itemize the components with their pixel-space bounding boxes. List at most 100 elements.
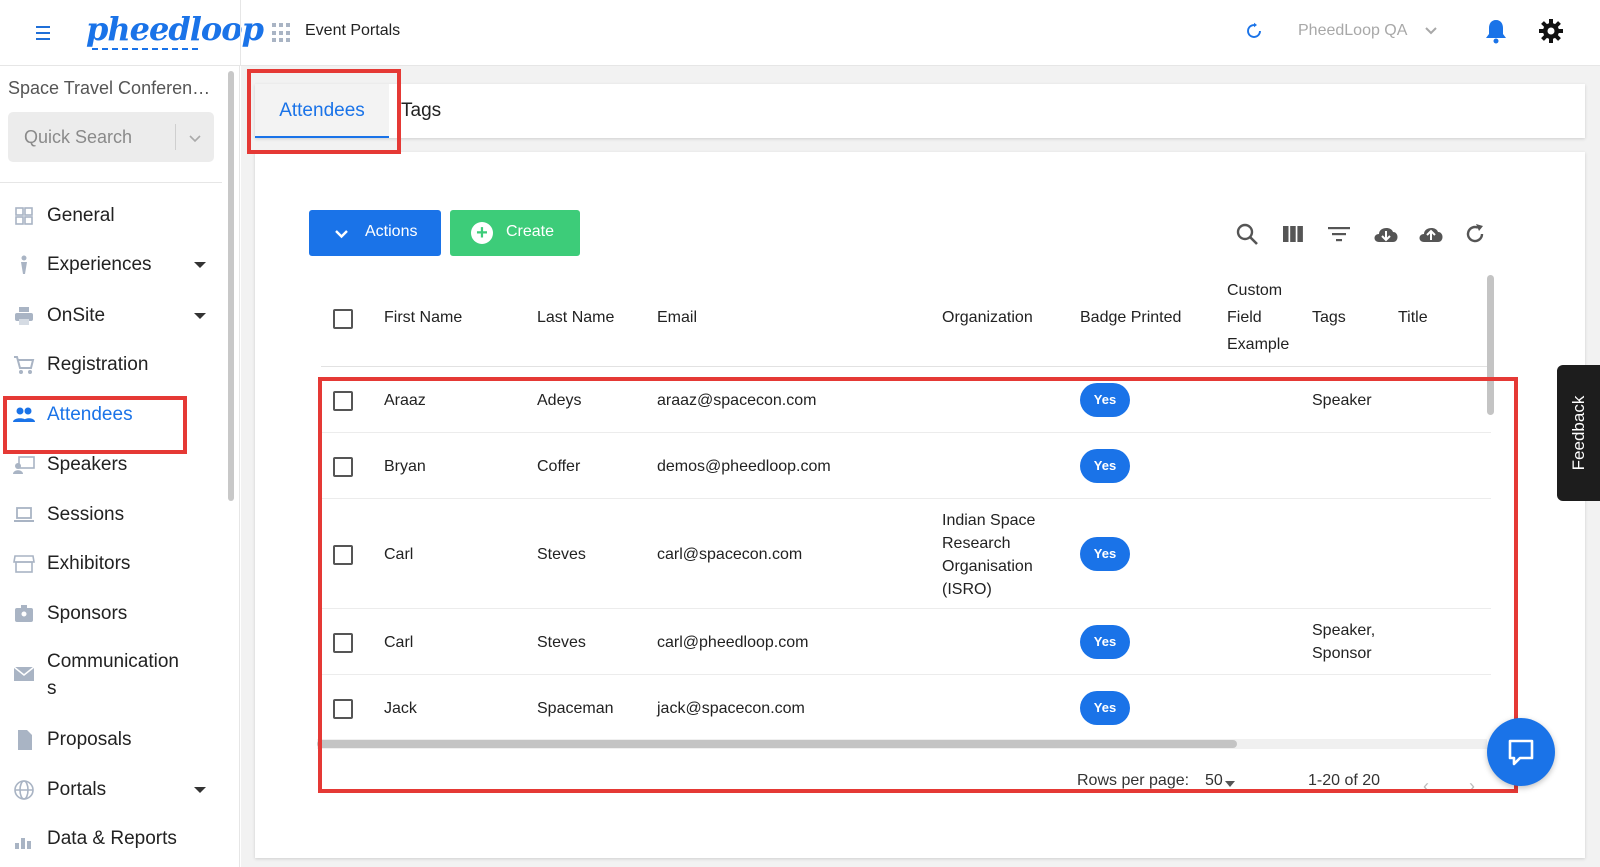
row-checkbox[interactable] — [333, 699, 353, 719]
quick-search[interactable] — [8, 112, 214, 162]
select-all-checkbox[interactable] — [333, 309, 353, 329]
sidebar-item-exhibitors[interactable]: Exhibitors — [0, 542, 222, 586]
sidebar-item-label: OnSite — [47, 305, 106, 326]
sidebar-item-label: Communication s — [47, 651, 179, 699]
prev-page-icon[interactable]: ‹ — [1423, 776, 1429, 797]
menu-icon[interactable] — [32, 22, 54, 44]
sidebar-item-data-reports[interactable]: Data & Reports — [0, 817, 222, 861]
globe-icon — [14, 780, 34, 800]
create-button[interactable]: + Create — [450, 210, 580, 256]
sidebar-item-onsite[interactable]: OnSite — [0, 294, 222, 338]
actions-label: Actions — [365, 223, 418, 240]
feedback-label: Feedback — [1568, 395, 1588, 471]
column-header-email[interactable]: Email — [657, 304, 697, 331]
row-checkbox[interactable] — [333, 545, 353, 565]
caret-down-icon[interactable] — [194, 262, 206, 268]
gear-icon[interactable] — [1538, 18, 1564, 44]
badge-printed-pill[interactable]: Yes — [1080, 383, 1130, 417]
column-header-first-name[interactable]: First Name — [384, 304, 462, 331]
table-header: First Name Last Name Email Organization … — [321, 267, 1491, 367]
cart-icon — [14, 356, 35, 374]
sidebar-item-sessions[interactable]: Sessions — [0, 493, 222, 537]
cell-first-name: Bryan — [384, 458, 426, 475]
table-row[interactable]: Araaz Adeys araaz@spacecon.com Yes Speak… — [321, 367, 1491, 433]
row-checkbox[interactable] — [333, 457, 353, 477]
chevron-down-icon[interactable] — [1425, 24, 1437, 36]
caret-down-icon[interactable] — [194, 313, 206, 319]
cell-email: jack@spacecon.com — [657, 700, 805, 717]
table-row[interactable]: Bryan Coffer demos@pheedloop.com Yes — [321, 433, 1491, 499]
pagination-range: 1-20 of 20 — [1308, 772, 1381, 789]
laptop-icon — [14, 507, 34, 522]
next-page-icon[interactable]: › — [1469, 776, 1475, 797]
sidebar-item-experiences[interactable]: Experiences — [0, 243, 222, 287]
printer-icon — [15, 307, 33, 325]
table-row[interactable]: Carl Steves carl@spacecon.com Indian Spa… — [321, 499, 1491, 609]
notification-bell-icon[interactable] — [1484, 18, 1508, 44]
table-row[interactable]: Carl Steves carl@pheedloop.com Yes Speak… — [321, 609, 1491, 675]
column-header-badge-printed[interactable]: Badge Printed — [1080, 304, 1181, 331]
sidebar-item-attendees[interactable]: Attendees — [0, 393, 222, 437]
column-header-organization[interactable]: Organization — [942, 304, 1033, 331]
sidebar-item-general[interactable]: General — [0, 194, 222, 238]
sidebar: Space Travel Conference 2024 General Exp… — [0, 66, 240, 867]
download-cloud-icon[interactable] — [1371, 222, 1401, 246]
vertical-scrollbar[interactable] — [1487, 275, 1494, 415]
sidebar-item-speakers[interactable]: Speakers — [0, 443, 222, 487]
sync-icon[interactable] — [1245, 22, 1263, 40]
rows-per-page-select[interactable]: 50 — [1205, 772, 1223, 790]
chevron-down-icon[interactable] — [188, 131, 202, 145]
breadcrumb[interactable]: Event Portals — [305, 22, 400, 40]
people-icon — [13, 407, 35, 422]
cell-first-name: Carl — [384, 546, 414, 563]
table-row[interactable]: Jack Spaceman jack@spacecon.com Yes — [321, 675, 1491, 741]
filter-icon[interactable] — [1327, 222, 1351, 246]
sidebar-item-proposals[interactable]: Proposals — [0, 718, 222, 762]
refresh-icon[interactable] — [1463, 222, 1487, 246]
feedback-tab[interactable]: Feedback — [1557, 365, 1600, 501]
apps-grid-icon[interactable] — [272, 23, 292, 43]
row-checkbox[interactable] — [333, 391, 353, 411]
horizontal-scrollbar[interactable] — [317, 740, 1237, 748]
actions-button[interactable]: Actions — [309, 210, 441, 256]
attendees-card: Actions + Create First Name Last Name Em… — [255, 152, 1585, 858]
caret-down-icon[interactable] — [194, 787, 206, 793]
column-header-last-name[interactable]: Last Name — [537, 304, 614, 331]
badge-printed-pill[interactable]: Yes — [1080, 537, 1130, 571]
column-header-tags[interactable]: Tags — [1312, 304, 1346, 331]
tab-bar: Attendees Tags — [255, 84, 1585, 138]
sidebar-item-portals[interactable]: Portals — [0, 768, 222, 812]
chat-button[interactable] — [1487, 718, 1555, 786]
sidebar-item-registration[interactable]: Registration — [0, 343, 222, 387]
logo[interactable]: pheedloop — [86, 10, 264, 48]
cell-email: demos@pheedloop.com — [657, 458, 831, 475]
tab-attendees[interactable]: Attendees — [255, 84, 389, 138]
caret-down-icon[interactable] — [1225, 781, 1235, 787]
sidebar-scrollbar[interactable] — [228, 71, 234, 501]
cell-last-name: Spaceman — [537, 700, 614, 717]
event-name[interactable]: Space Travel Conference 2024 — [8, 78, 213, 99]
cell-email: carl@pheedloop.com — [657, 634, 809, 651]
org-selector[interactable]: PheedLoop QA — [1298, 22, 1407, 40]
row-checkbox[interactable] — [333, 633, 353, 653]
search-icon[interactable] — [1235, 222, 1259, 246]
columns-icon[interactable] — [1281, 222, 1305, 246]
top-bar: pheedloop Event Portals PheedLoop QA — [0, 0, 1600, 66]
column-header-custom-field[interactable]: Custom Field Example — [1227, 277, 1289, 358]
sidebar-item-label: Exhibitors — [47, 553, 131, 574]
cell-first-name: Araaz — [384, 392, 426, 409]
sidebar-item-communications[interactable]: Communication s — [0, 642, 222, 706]
tab-tags[interactable]: Tags — [401, 84, 461, 138]
quick-search-input[interactable] — [8, 112, 168, 162]
sidebar-item-label: Sessions — [47, 504, 125, 525]
upload-cloud-icon[interactable] — [1416, 222, 1446, 246]
badge-printed-pill[interactable]: Yes — [1080, 449, 1130, 483]
cell-last-name: Coffer — [537, 458, 581, 475]
sidebar-item-sponsors[interactable]: Sponsors — [0, 592, 222, 636]
document-icon — [18, 730, 32, 750]
badge-printed-pill[interactable]: Yes — [1080, 691, 1130, 725]
column-header-title[interactable]: Title — [1398, 304, 1428, 331]
cell-email: carl@spacecon.com — [657, 546, 803, 563]
badge-printed-pill[interactable]: Yes — [1080, 625, 1130, 659]
attendees-table: First Name Last Name Email Organization … — [321, 267, 1491, 742]
